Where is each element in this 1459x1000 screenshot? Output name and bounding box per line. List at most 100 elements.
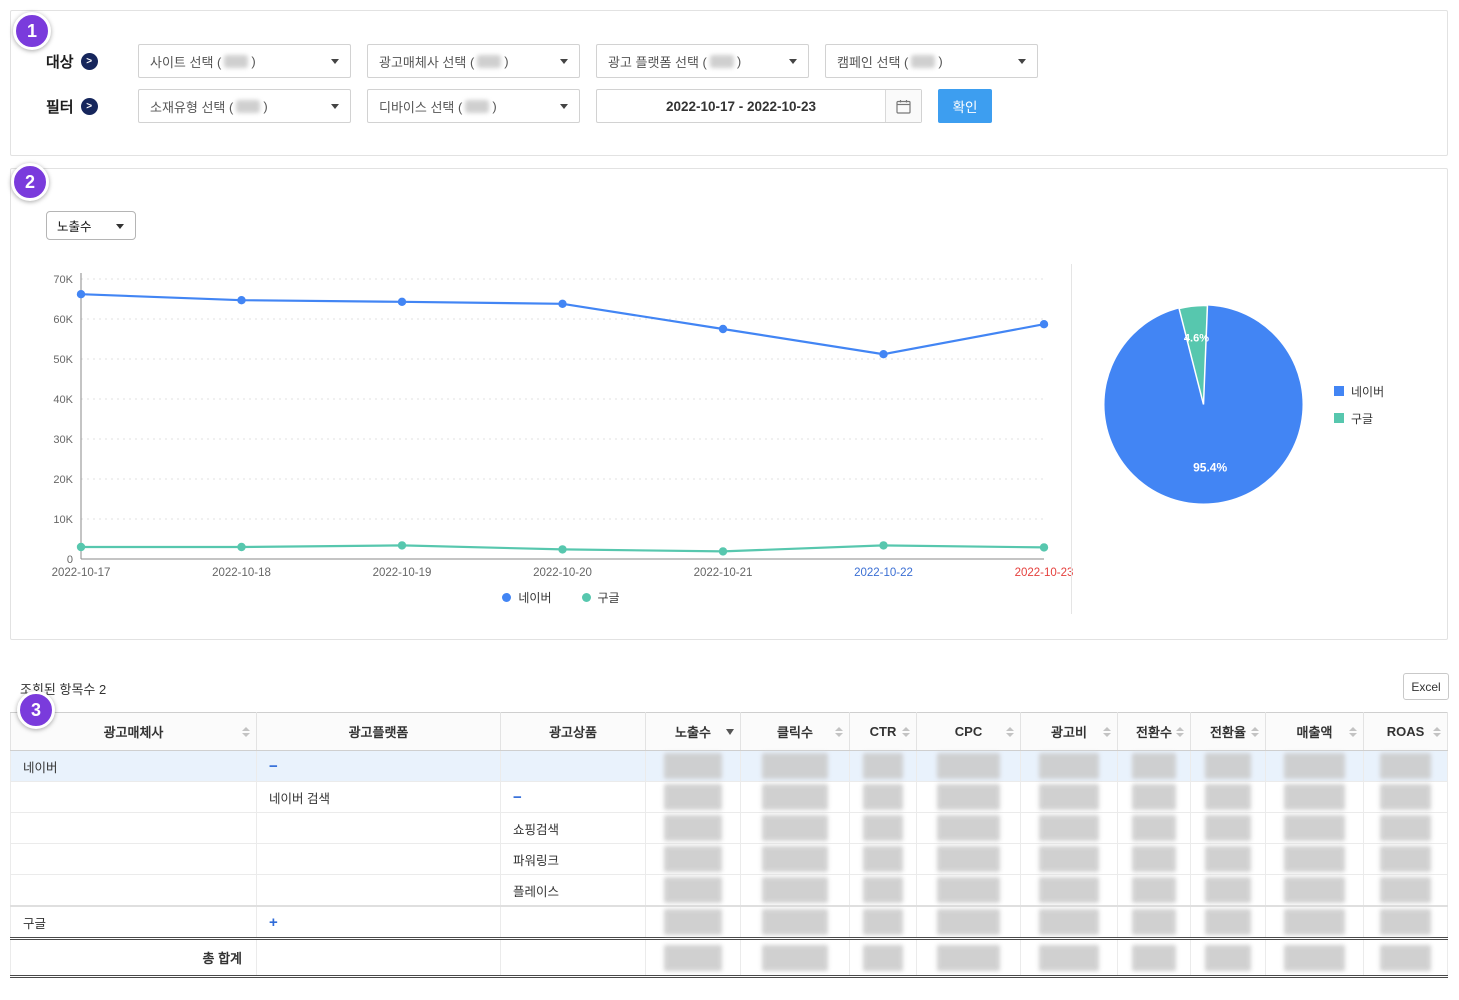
- column-header[interactable]: CTR: [850, 713, 917, 751]
- masked-value: [937, 846, 1001, 872]
- cell-metric: [741, 751, 850, 782]
- masked-value: [1380, 909, 1431, 935]
- cell-metric: [850, 813, 917, 844]
- masked-value: [1132, 846, 1177, 872]
- column-header[interactable]: 광고비: [1021, 713, 1118, 751]
- masked-value: [863, 815, 904, 841]
- legend-label: 구글: [1351, 410, 1373, 427]
- legend-item[interactable]: 네이버: [1334, 383, 1384, 400]
- cell-metric: [1364, 844, 1448, 875]
- target-filter-row: 대상 > 사이트 선택 ( ) 광고매체사 선택 ( ) 광고 플랫폼 선택 (…: [46, 44, 1054, 78]
- sort-icon[interactable]: [1349, 727, 1357, 737]
- masked-value: [863, 877, 904, 903]
- sort-icon[interactable]: [242, 727, 250, 737]
- table-row: 플레이스: [11, 875, 1448, 907]
- metric-select[interactable]: 노출수: [46, 211, 136, 240]
- legend-label: 네이버: [518, 589, 551, 606]
- confirm-button[interactable]: 확인: [938, 89, 992, 123]
- collapse-toggle-icon[interactable]: −: [501, 789, 534, 806]
- legend-item[interactable]: 구글: [1334, 410, 1384, 427]
- date-range-input[interactable]: 2022-10-17 - 2022-10-23: [596, 89, 922, 123]
- excel-export-button[interactable]: Excel: [1403, 673, 1449, 700]
- device-select-dropdown[interactable]: 디바이스 선택 ( ): [367, 89, 580, 123]
- collapse-toggle-icon[interactable]: −: [257, 758, 290, 775]
- sort-icon[interactable]: [1433, 727, 1441, 737]
- masked-value: [863, 909, 904, 935]
- column-header[interactable]: 노출수: [646, 713, 741, 751]
- expand-toggle-icon[interactable]: +: [257, 914, 290, 931]
- sort-icon[interactable]: [1176, 727, 1184, 737]
- pie-chart-legend: 네이버구글: [1334, 383, 1384, 427]
- masked-value: [1284, 784, 1344, 810]
- sort-icon[interactable]: [902, 727, 910, 737]
- cell-metric: [917, 844, 1021, 875]
- sort-icon[interactable]: [1103, 727, 1111, 737]
- masked-value: [863, 784, 904, 810]
- cell-metric: [1364, 939, 1448, 977]
- svg-text:95.4%: 95.4%: [1193, 461, 1227, 475]
- cell-metric: [917, 875, 1021, 907]
- cell-product: [501, 906, 646, 939]
- cell-metric: [850, 906, 917, 939]
- masked-value: [1039, 784, 1099, 810]
- cell-metric: [646, 844, 741, 875]
- cell-metric: [1021, 939, 1118, 977]
- cell-metric: [850, 782, 917, 813]
- sort-icon[interactable]: [835, 727, 843, 737]
- cell-metric: [1191, 939, 1266, 977]
- arrow-circle-right-icon: >: [81, 98, 98, 115]
- report-table: 광고매체사광고플랫폼광고상품노출수클릭수CTRCPC광고비전환수전환율매출액RO…: [10, 712, 1448, 978]
- cell-platform: +: [257, 906, 501, 939]
- cell-metric: [1364, 813, 1448, 844]
- cell-platform: [257, 844, 501, 875]
- calendar-button[interactable]: [885, 90, 921, 122]
- masked-value: [937, 784, 1001, 810]
- column-label: 전환율: [1210, 725, 1246, 740]
- dashboard-page: 1 2 3 대상 > 사이트 선택 ( ) 광고매체사 선택 ( ) 광고 플랫…: [0, 0, 1459, 1000]
- table-header-row: 광고매체사광고플랫폼광고상품노출수클릭수CTRCPC광고비전환수전환율매출액RO…: [11, 713, 1448, 751]
- pie-chart-container: 4.6%95.4% 네이버구글: [1101, 302, 1384, 507]
- campaign-select-dropdown[interactable]: 캠페인 선택 ( ): [825, 44, 1038, 78]
- cell-metric: [1266, 906, 1364, 939]
- svg-text:40K: 40K: [53, 394, 73, 406]
- media-select-dropdown[interactable]: 광고매체사 선택 ( ): [367, 44, 580, 78]
- legend-item[interactable]: 네이버: [502, 589, 551, 606]
- cell-platform: [257, 939, 501, 977]
- dropdown-label: 광고 플랫폼 선택 (: [608, 52, 707, 71]
- masked-value: [664, 753, 722, 779]
- cell-metric: [646, 875, 741, 907]
- column-label: 광고플랫폼: [349, 725, 409, 740]
- cell-metric: [1191, 813, 1266, 844]
- sort-icon[interactable]: [1251, 727, 1259, 737]
- cell-metric: [917, 906, 1021, 939]
- column-header[interactable]: CPC: [917, 713, 1021, 751]
- svg-text:2022-10-18: 2022-10-18: [212, 567, 271, 579]
- masked-value: [762, 909, 829, 935]
- total-row: 총 합계: [11, 939, 1448, 977]
- divider: [1071, 264, 1072, 614]
- sort-icon[interactable]: [1006, 727, 1014, 737]
- legend-item[interactable]: 구글: [582, 589, 620, 606]
- cell-metric: [1266, 844, 1364, 875]
- masked-value: [911, 55, 935, 68]
- column-header[interactable]: 전환수: [1118, 713, 1191, 751]
- creative-type-select-dropdown[interactable]: 소재유형 선택 ( ): [138, 89, 351, 123]
- calendar-icon: [896, 99, 911, 114]
- cell-metric: [1191, 751, 1266, 782]
- cell-platform: −: [257, 751, 501, 782]
- total-label-cell: 총 합계: [11, 939, 257, 977]
- site-select-dropdown[interactable]: 사이트 선택 ( ): [138, 44, 351, 78]
- masked-value: [1205, 945, 1251, 971]
- masked-value: [664, 784, 722, 810]
- column-header[interactable]: ROAS: [1364, 713, 1448, 751]
- column-header[interactable]: 클릭수: [741, 713, 850, 751]
- column-header[interactable]: 매출액: [1266, 713, 1364, 751]
- cell-metric: [646, 782, 741, 813]
- column-header[interactable]: 전환율: [1191, 713, 1266, 751]
- table-row: 네이버−: [11, 751, 1448, 782]
- platform-select-dropdown[interactable]: 광고 플랫폼 선택 ( ): [596, 44, 809, 78]
- line-chart-container: 010K20K30K40K50K60K70K2022-10-172022-10-…: [36, 264, 1086, 589]
- svg-text:10K: 10K: [53, 514, 73, 526]
- masked-value: [1284, 909, 1344, 935]
- sort-desc-icon[interactable]: [726, 729, 734, 735]
